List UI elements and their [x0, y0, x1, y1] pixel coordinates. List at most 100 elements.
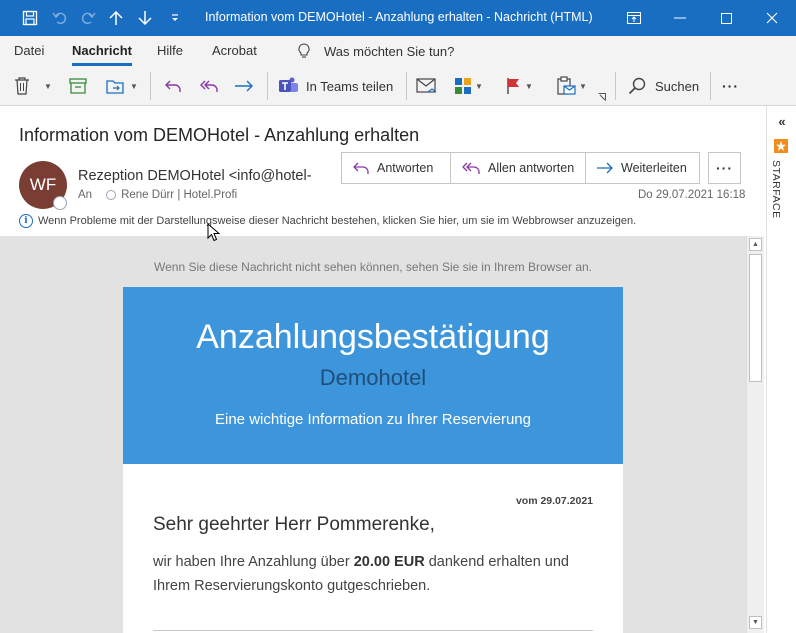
apps-button[interactable]: ▼: [454, 72, 483, 100]
reply-all-toolbar-button[interactable]: [199, 72, 219, 100]
presence-icon: [106, 190, 117, 200]
more-actions-button[interactable]: ···: [708, 152, 741, 184]
tab-nachricht[interactable]: Nachricht: [72, 43, 132, 66]
chevron-down-icon: ▼: [579, 81, 587, 91]
undo-icon[interactable]: [45, 0, 75, 36]
move-folder-icon: [106, 80, 124, 94]
email-mode-button[interactable]: [416, 72, 438, 100]
recipient-name[interactable]: Rene Dürr | Hotel.Profi: [121, 189, 237, 201]
reply-toolbar-button[interactable]: [164, 72, 182, 100]
email-header-banner: Anzahlungsbestätigung Demohotel Eine wic…: [123, 287, 623, 464]
scrollbar-thumb[interactable]: [749, 254, 762, 382]
forward-label: Weiterleiten: [621, 161, 687, 175]
down-arrow-icon[interactable]: [130, 0, 160, 36]
search-button[interactable]: Suchen: [628, 72, 699, 100]
save-icon[interactable]: [15, 0, 45, 36]
scroll-up-icon[interactable]: ▲: [749, 238, 762, 251]
close-icon[interactable]: [749, 0, 795, 36]
teams-icon: [279, 77, 298, 92]
dialog-launcher-icon[interactable]: [598, 92, 606, 102]
toolbar-divider: [406, 72, 407, 100]
tell-me-label: Was möchten Sie tun?: [324, 43, 455, 59]
view-in-browser-link[interactable]: Wenn Sie diese Nachricht nicht sehen kön…: [0, 260, 746, 274]
starface-label[interactable]: STARFACE: [770, 160, 782, 219]
archive-icon: [69, 78, 87, 94]
info-bar[interactable]: i Wenn Probleme mit der Darstellungsweis…: [19, 214, 636, 228]
chevron-down-icon: ▼: [475, 81, 483, 91]
apps-grid-icon: [455, 78, 471, 94]
email-divider: [153, 630, 593, 631]
tab-hilfe[interactable]: Hilfe: [157, 43, 183, 58]
forward-button[interactable]: Weiterleiten: [586, 153, 699, 183]
message-date: Do 29.07.2021 16:18: [638, 189, 746, 201]
redo-icon[interactable]: [73, 0, 103, 36]
search-icon: [628, 77, 646, 95]
search-label: Suchen: [655, 78, 700, 94]
scroll-down-icon[interactable]: ▼: [749, 616, 762, 629]
reply-all-icon: [462, 162, 480, 174]
tab-acrobat[interactable]: Acrobat: [212, 43, 257, 58]
tell-me-search[interactable]: Was möchten Sie tun?: [298, 43, 454, 59]
ribbon-tabs: Datei Nachricht Hilfe Acrobat Was möchte…: [0, 36, 796, 66]
rules-button[interactable]: ▼: [556, 72, 587, 100]
chevron-down-icon: ▼: [44, 81, 52, 91]
chevron-down-icon: ▼: [130, 81, 138, 91]
email-paragraph: wir haben Ihre Anzahlung über 20.00 EUR …: [153, 550, 593, 598]
to-label: An: [78, 189, 93, 201]
info-icon: i: [19, 214, 33, 228]
reply-all-button[interactable]: Allen antworten: [451, 153, 586, 183]
ribbon-toolbar: ▼ ▼ In Teams teilen ▼ ▼ ▼ Suchen ···: [0, 66, 796, 106]
forward-toolbar-button[interactable]: [234, 72, 254, 100]
tab-datei[interactable]: Datei: [14, 43, 44, 58]
reply-icon: [165, 80, 181, 92]
flag-button[interactable]: ▼: [506, 72, 533, 100]
sender-name[interactable]: Rezeption DEMOHotel <info@hotel-: [78, 168, 322, 184]
reply-all-icon: [200, 80, 218, 92]
recipient-row: An Rene Dürr | Hotel.Profi: [78, 189, 237, 201]
toolbar-divider: [150, 72, 151, 100]
toolbar-divider: [615, 72, 616, 100]
envelope-icon: [416, 78, 437, 93]
email-hotel-name: Demohotel: [319, 365, 427, 390]
more-commands-button[interactable]: ···: [722, 72, 739, 100]
collapse-panel-button[interactable]: «: [767, 114, 796, 129]
archive-button[interactable]: [69, 72, 87, 100]
lightbulb-icon: [298, 43, 310, 58]
vertical-scrollbar[interactable]: ▲ ▼: [746, 236, 764, 633]
move-button[interactable]: ▼: [106, 72, 138, 100]
reply-label: Antworten: [377, 161, 434, 175]
info-bar-text: Wenn Probleme mit der Darstellungsweise …: [38, 215, 637, 227]
email-amount: 20.00 EUR: [353, 554, 425, 570]
flag-icon: [507, 78, 519, 94]
forward-icon: [235, 80, 253, 92]
minimize-icon[interactable]: [657, 0, 703, 36]
chevron-down-icon: ▼: [525, 81, 533, 91]
reply-icon: [353, 162, 369, 174]
email-date-line: vom 29.07.2021: [515, 495, 593, 507]
clipboard-mail-icon: [557, 76, 576, 95]
mouse-cursor-icon: [207, 223, 221, 242]
starface-logo-icon: [774, 139, 788, 153]
trash-icon: [15, 77, 29, 95]
response-actions: Antworten Allen antworten Weiterleiten: [341, 152, 700, 184]
window-title: Information vom DEMOHotel - Anzahlung er…: [205, 10, 593, 24]
delete-button[interactable]: ▼: [14, 72, 52, 100]
message-subject: Information vom DEMOHotel - Anzahlung er…: [19, 125, 420, 145]
forward-icon: [597, 162, 613, 174]
email-content: vom 29.07.2021 Sehr geehrter Herr Pommer…: [123, 464, 623, 633]
share-teams-button[interactable]: In Teams teilen: [278, 72, 393, 100]
presence-status-icon: [53, 196, 67, 210]
starface-side-panel: « STARFACE: [766, 106, 796, 633]
ribbon-display-icon[interactable]: [611, 0, 657, 36]
email-tagline: Eine wichtige Information zu Ihrer Reser…: [215, 411, 531, 428]
reply-all-label: Allen antworten: [488, 161, 575, 175]
message-body: Wenn Sie diese Nachricht nicht sehen kön…: [0, 236, 746, 633]
reply-button[interactable]: Antworten: [342, 153, 451, 183]
toolbar-divider: [710, 72, 711, 100]
title-bar: Information vom DEMOHotel - Anzahlung er…: [0, 0, 796, 36]
email-salutation: Sehr geehrter Herr Pommerenke,: [153, 514, 435, 535]
maximize-icon[interactable]: [703, 0, 749, 36]
up-arrow-icon[interactable]: [101, 0, 131, 36]
customize-toolbar-icon[interactable]: [160, 0, 190, 36]
email-headline: Anzahlungsbestätigung: [196, 318, 550, 356]
